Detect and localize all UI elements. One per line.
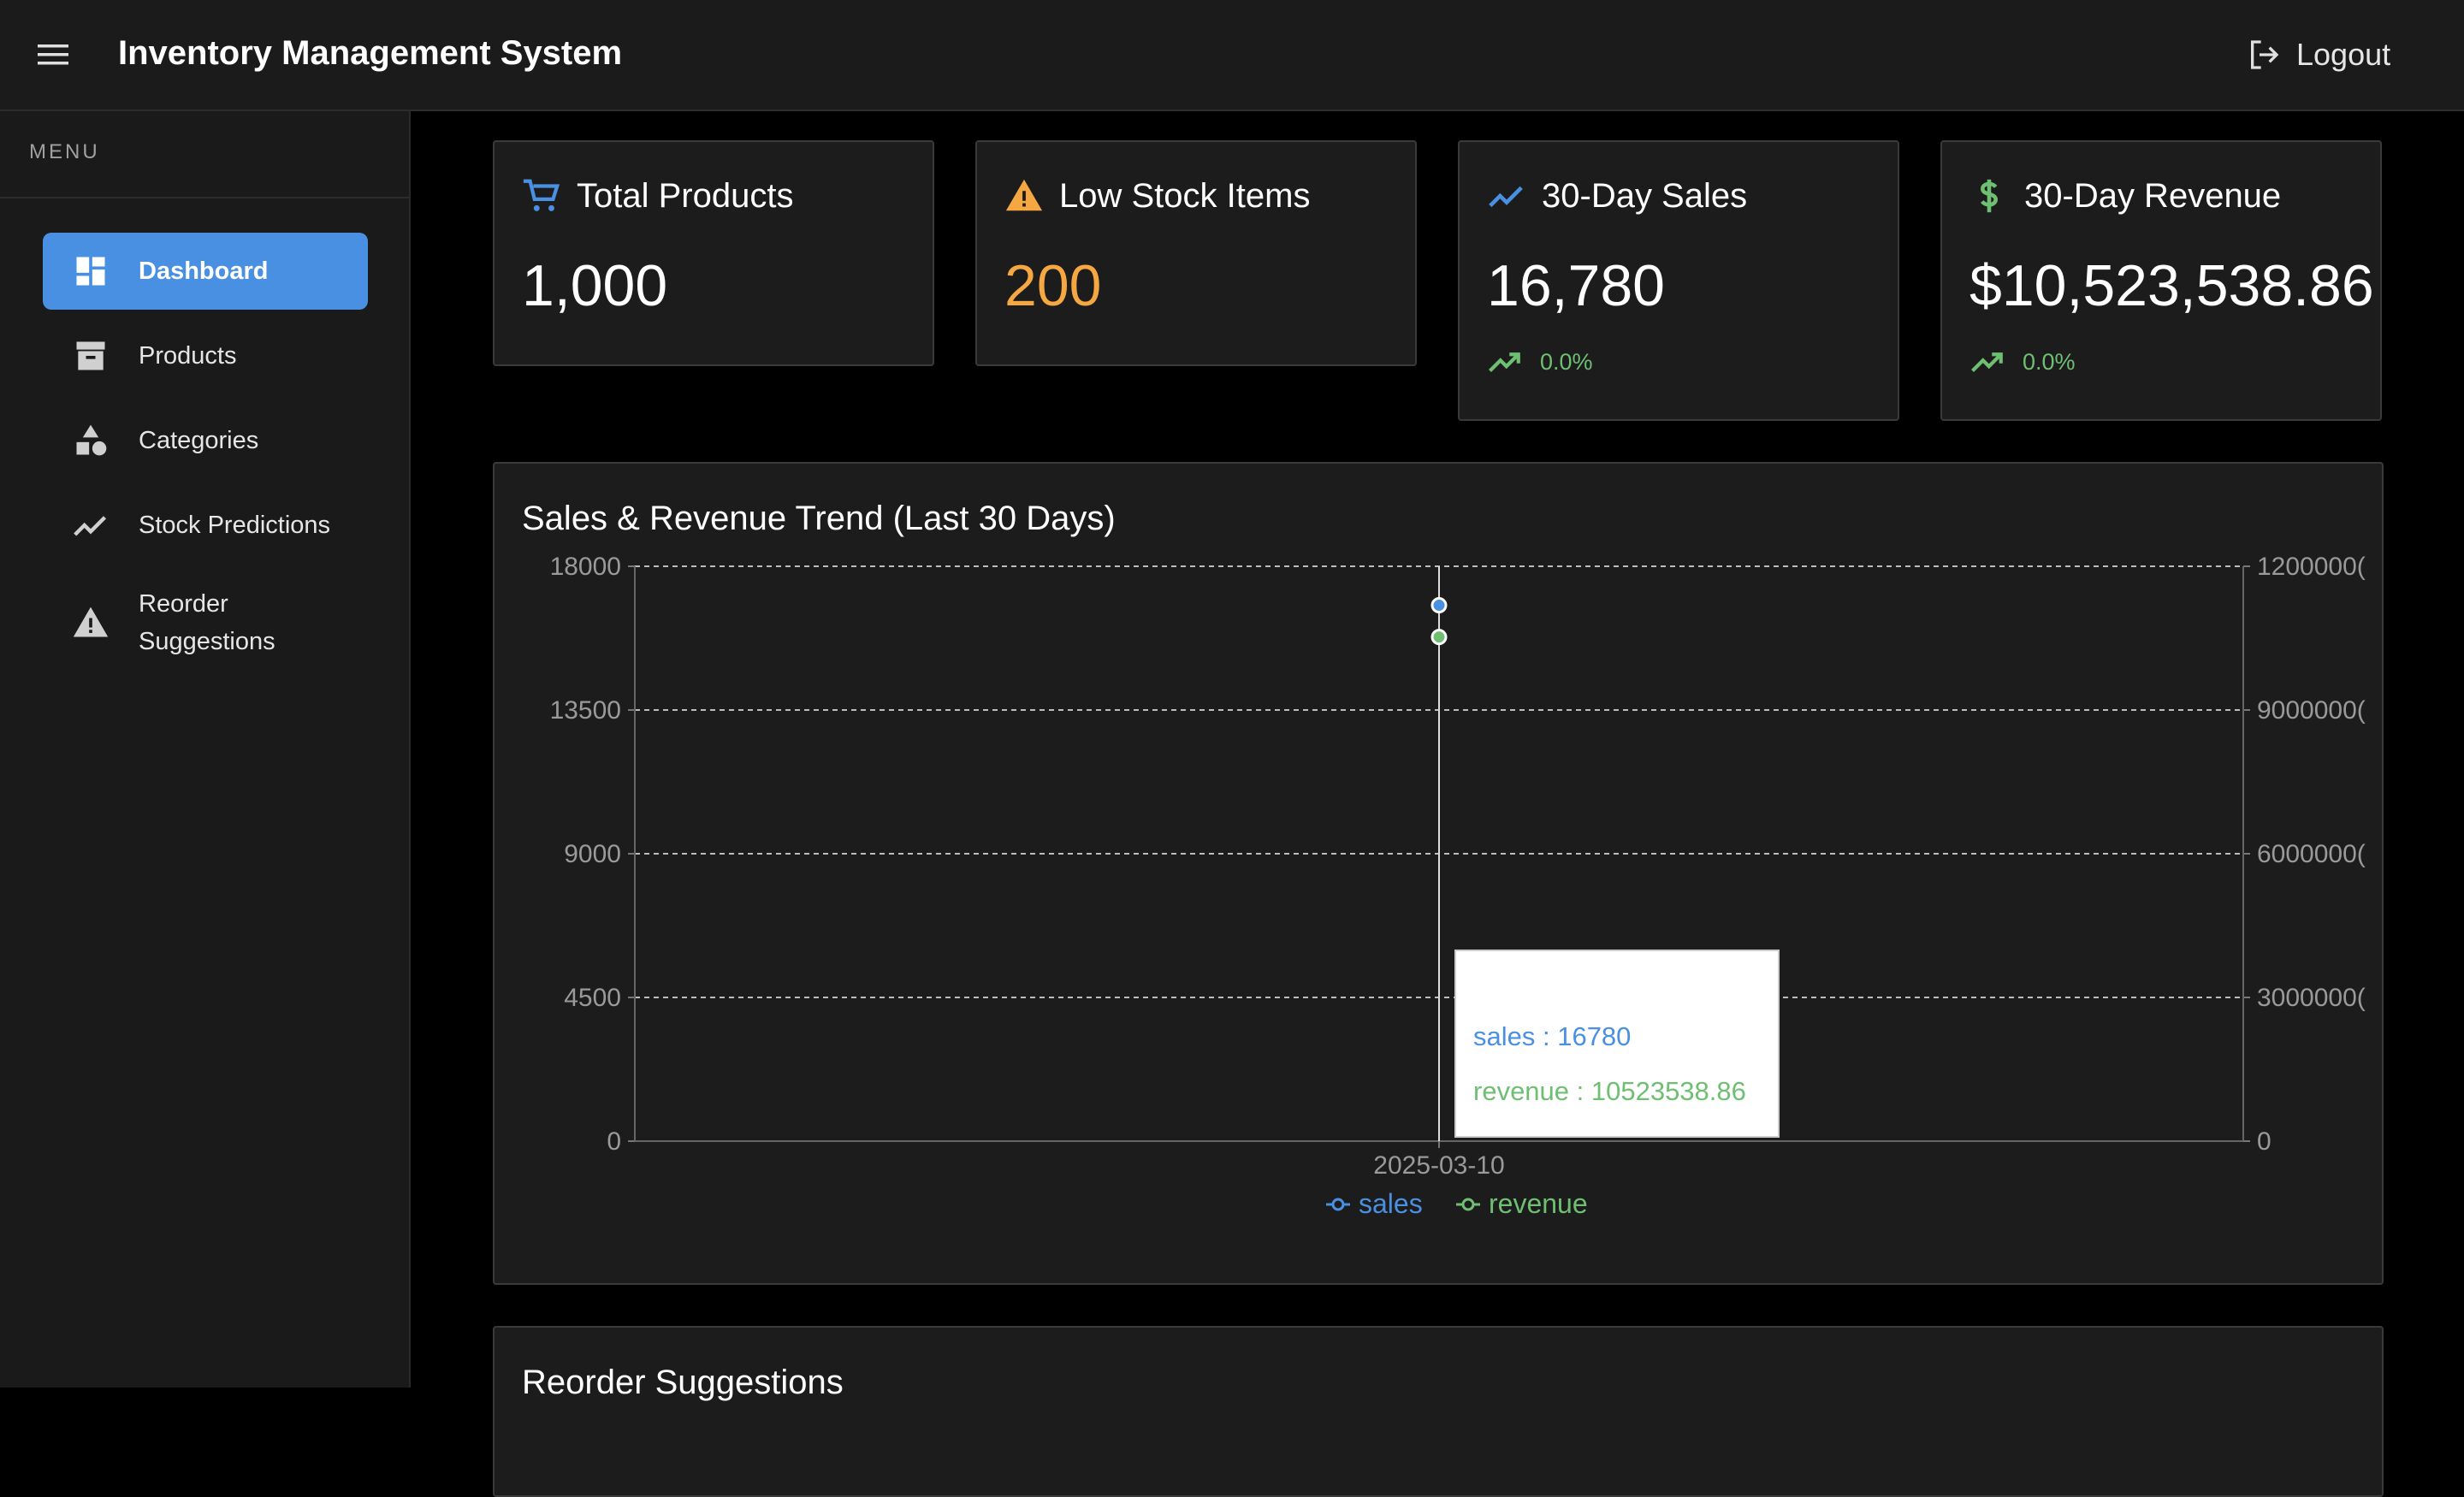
trend-indicator: 0.0%: [1969, 344, 2076, 380]
stat-title: Low Stock Items: [1059, 177, 1311, 215]
dollar-icon: [1980, 179, 1998, 213]
sidebar-item-label: Stock Predictions: [139, 512, 331, 539]
sidebar-item-stock-predictions[interactable]: Stock Predictions: [43, 487, 368, 564]
tooltip-sales: sales : 16780: [1473, 1021, 1632, 1051]
logout-button[interactable]: Logout: [2247, 33, 2390, 77]
trend-percent: 0.0%: [1540, 348, 1593, 375]
y-left-tick-label: 18000: [550, 553, 621, 581]
stat-value: 16,780: [1487, 253, 1665, 318]
sales-revenue-chart[interactable]: 18000 1200000( 13500 9000000( 9000 6000000( 45…: [495, 464, 2385, 1287]
stat-card-30-day-sales: 30-Day Sales 16,780 0.0%: [1458, 140, 1899, 421]
y-right-tick-label: 9000000(: [2257, 696, 2366, 725]
warning-icon: [73, 606, 109, 637]
sidebar-item-products[interactable]: Products: [43, 317, 368, 394]
trend-indicator: 0.0%: [1487, 344, 1593, 380]
y-right-tick-label: 1200000(: [2257, 553, 2366, 581]
warning-icon: [1005, 179, 1043, 211]
stat-value: 1,000: [522, 253, 668, 318]
dashboard-icon: [76, 257, 105, 286]
stat-title: 30-Day Revenue: [2024, 177, 2282, 215]
hamburger-menu-icon[interactable]: [36, 39, 70, 70]
reorder-suggestions-title: Reorder Suggestions: [522, 1364, 844, 1401]
category-shapes-icon: [76, 424, 107, 456]
x-tick-label: 2025-03-10: [1373, 1151, 1504, 1180]
tooltip-revenue: revenue : 10523538.86: [1473, 1076, 1746, 1106]
y-right-tick-label: 6000000(: [2257, 840, 2366, 868]
revenue-legend-marker: [1461, 1198, 1475, 1211]
y-left-tick-label: 0: [607, 1127, 621, 1156]
stat-card-low-stock: Low Stock Items 200: [975, 140, 1417, 366]
y-left-tick-label: 4500: [564, 984, 621, 1012]
divider: [0, 197, 409, 198]
reorder-suggestions-card: Reorder Suggestions: [493, 1326, 2384, 1497]
sidebar-item-label: Reorder Suggestions: [139, 590, 275, 655]
sidebar-item-reorder-suggestions[interactable]: Reorder Suggestions: [43, 571, 368, 674]
revenue-legend-label: revenue: [1489, 1188, 1588, 1219]
sidebar-item-label: Products: [139, 342, 237, 370]
y-right-tick-label: 0: [2257, 1127, 2272, 1156]
y-left-tick-label: 13500: [550, 696, 621, 725]
stat-card-30-day-revenue: 30-Day Revenue $10,523,538.86 0.0%: [1940, 140, 2382, 421]
stat-value: $10,523,538.86: [1969, 253, 2374, 318]
trend-line-icon: [1489, 186, 1523, 208]
trend-line-icon: [74, 516, 107, 536]
menu-section-label: MENU: [29, 140, 100, 163]
y-right-tick-label: 3000000(: [2257, 984, 2366, 1012]
logout-icon: [2251, 40, 2279, 69]
sidebar-item-label: Dashboard: [139, 257, 269, 285]
app-title: Inventory Management System: [118, 34, 623, 72]
sidebar: MENU Dashboard Products Categories Stock…: [0, 111, 411, 1388]
sales-data-point: [1430, 597, 1448, 614]
sales-legend-label: sales: [1359, 1188, 1423, 1219]
shopping-cart-icon: [523, 179, 560, 211]
sidebar-item-categories[interactable]: Categories: [43, 402, 368, 479]
sidebar-item-label: Categories: [139, 427, 259, 454]
sidebar-item-dashboard[interactable]: Dashboard: [43, 233, 368, 310]
stat-value: 200: [1004, 253, 1102, 318]
y-left-tick-label: 9000: [564, 840, 621, 868]
sales-legend-marker: [1331, 1198, 1345, 1211]
stat-card-total-products: Total Products 1,000: [493, 140, 934, 366]
stat-title: 30-Day Sales: [1542, 177, 1748, 215]
trend-percent: 0.0%: [2023, 348, 2076, 375]
stat-title: Total Products: [577, 177, 794, 215]
trending-up-icon: [1971, 352, 2003, 372]
logout-label: Logout: [2296, 37, 2391, 72]
archive-box-icon: [76, 341, 105, 370]
trending-up-icon: [1489, 352, 1520, 372]
revenue-data-point: [1430, 629, 1448, 646]
app-bar: Inventory Management System Logout: [0, 0, 2464, 111]
chart-tooltip: sales : 16780 revenue : 10523538.86: [1454, 950, 1780, 1138]
sales-revenue-chart-card: Sales & Revenue Trend (Last 30 Days) 180…: [493, 462, 2384, 1285]
